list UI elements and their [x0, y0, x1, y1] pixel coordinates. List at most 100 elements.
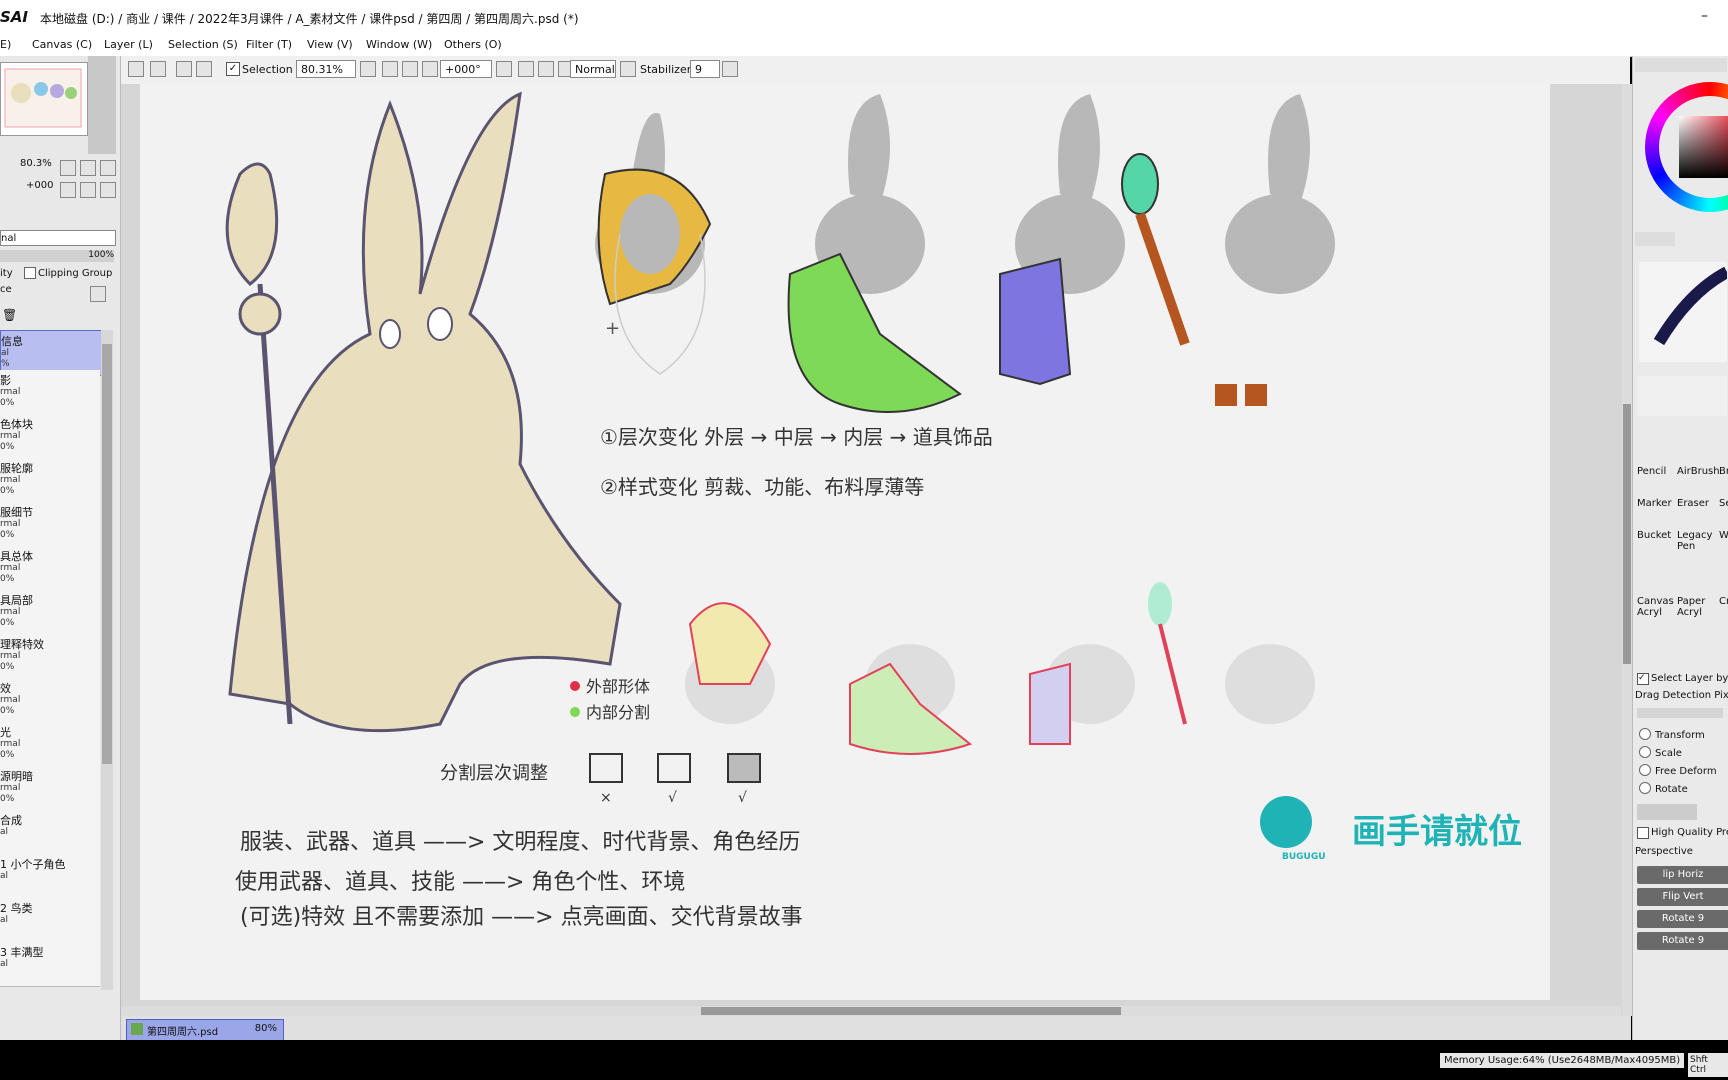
color-swap-icons[interactable]	[1635, 232, 1675, 246]
toolbar: ✓ Selection 80.31% +000° Normal Stabiliz…	[120, 56, 1630, 85]
canvas[interactable]: ①层次变化 外层 → 中层 → 内层 → 道具饰品 ②样式变化 剪裁、功能、布料…	[140, 84, 1550, 1000]
radio-scale[interactable]: Scale	[1639, 746, 1682, 759]
stabilizer-label: Stabilizer	[640, 63, 692, 76]
stabilizer-field[interactable]: 9	[690, 60, 720, 78]
tool-cr[interactable]: Cr	[1719, 596, 1728, 607]
nav-rotate-reset-icon[interactable]	[100, 182, 116, 198]
select-layer-checkbox[interactable]: ✓	[1637, 673, 1649, 685]
bottom-row-characters	[685, 582, 1315, 755]
selection-tools[interactable]	[1637, 376, 1727, 416]
flip-horizontal-button[interactable]: lip Horiz	[1637, 866, 1728, 884]
rotate-cw-button[interactable]: Rotate 9	[1637, 932, 1728, 950]
layer-item[interactable]: 服轮廓 rmal 0%	[0, 458, 100, 503]
redo-icon[interactable]	[150, 61, 166, 77]
selection-checkbox[interactable]: ✓	[226, 62, 240, 76]
trash-icon[interactable]: 🗑	[2, 308, 17, 322]
transform-apply-button[interactable]	[1637, 804, 1697, 820]
rotate-ccw-button[interactable]: Rotate 9	[1637, 910, 1728, 928]
zoom-field[interactable]: 80.31%	[296, 60, 356, 78]
drag-detection-label: Drag Detection Pix.	[1635, 690, 1728, 701]
layer-blend-select[interactable]: nal	[0, 230, 116, 246]
menu-selection[interactable]: Selection (S)	[168, 38, 238, 51]
tool-marker[interactable]: Marker	[1637, 498, 1672, 509]
layer-item[interactable]: 具局部 rmal 0%	[0, 590, 100, 635]
radio-free-deform[interactable]: Free Deform	[1639, 764, 1717, 777]
tool-bucket[interactable]: Bucket	[1637, 530, 1671, 541]
menu-layer[interactable]: Layer (L)	[104, 38, 153, 51]
layer-item[interactable]: 源明暗 rmal 0%	[0, 766, 100, 811]
canvas-vertical-scrollbar[interactable]	[1622, 84, 1632, 1016]
layer-options-icon[interactable]	[90, 286, 106, 302]
zoom-in-icon[interactable]	[402, 61, 418, 77]
layer-item[interactable]: 具总体 rmal 0%	[0, 546, 100, 591]
drag-detection-slider[interactable]	[1637, 708, 1723, 718]
legend-dot-inner	[570, 707, 580, 717]
layer-item[interactable]: 影 rmal 0%	[0, 370, 100, 415]
menu-filter[interactable]: Filter (T)	[246, 38, 292, 51]
menu-view[interactable]: View (V)	[307, 38, 353, 51]
menu-edit[interactable]: E)	[0, 38, 11, 51]
radio-rotate[interactable]: Rotate	[1639, 782, 1688, 795]
zoom-out-icon[interactable]	[382, 61, 398, 77]
color-mode-tabs[interactable]	[1635, 58, 1727, 72]
layer-item[interactable]: 效 rmal 0%	[0, 678, 100, 723]
tool-paper-acryl[interactable]: Paper Acryl	[1677, 596, 1711, 618]
invert-selection-icon[interactable]	[196, 61, 212, 77]
layer-item[interactable]: 色体块 rmal 0%	[0, 414, 100, 459]
blend-mode-field[interactable]: Normal	[570, 60, 616, 78]
tool-canvas-acryl[interactable]: Canvas Acryl	[1637, 596, 1674, 618]
tool-se[interactable]: Se	[1719, 498, 1728, 509]
top-row-characters	[595, 94, 1335, 413]
menu-window[interactable]: Window (W)	[366, 38, 432, 51]
color-wheel[interactable]	[1645, 82, 1728, 212]
mark-2: √	[668, 790, 677, 806]
menu-canvas[interactable]: Canvas (C)	[32, 38, 92, 51]
canvas-horizontal-scrollbar[interactable]	[121, 1006, 1621, 1016]
tool-eraser[interactable]: Eraser	[1677, 498, 1709, 509]
flip-icon[interactable]	[620, 61, 636, 77]
nav-zoom-reset-icon[interactable]	[100, 160, 116, 176]
menu-others[interactable]: Others (O)	[444, 38, 502, 51]
layer-item[interactable]: 理释特效 rmal 0%	[0, 634, 100, 679]
rotate-right-icon[interactable]	[538, 61, 554, 77]
nav-rotate-right-icon[interactable]	[80, 182, 96, 198]
artwork: ①层次变化 外层 → 中层 → 内层 → 道具饰品 ②样式变化 剪裁、功能、布料…	[225, 91, 1335, 930]
rotation-dropdown-icon[interactable]	[496, 61, 512, 77]
tool-airbrush[interactable]: AirBrush	[1677, 466, 1720, 477]
layer-scrollbar[interactable]	[101, 330, 113, 990]
note-line1: ①层次变化 外层 → 中层 → 内层 → 道具饰品	[600, 425, 993, 449]
rotation-field[interactable]: +000°	[440, 60, 492, 78]
high-quality-checkbox[interactable]	[1637, 827, 1649, 839]
tool-br[interactable]: Br	[1719, 466, 1728, 477]
clipping-group-checkbox[interactable]	[24, 267, 36, 279]
tool-wa[interactable]: Wa	[1719, 530, 1728, 541]
nav-zoom-out-icon[interactable]	[60, 160, 76, 176]
flip-vertical-button[interactable]: Flip Vert	[1637, 888, 1728, 906]
navigator-scroll[interactable]	[88, 56, 116, 154]
layer-item[interactable]: 服细节 rmal 0%	[0, 502, 100, 547]
minimize-icon[interactable]: –	[1701, 8, 1708, 24]
navigator-thumbnail[interactable]	[0, 62, 88, 136]
legend-outer: 外部形体	[586, 677, 650, 696]
watermark-brand: BUGUGU	[1282, 852, 1326, 862]
undo-icon[interactable]	[128, 61, 144, 77]
tool-legacy-pen[interactable]: Legacy Pen	[1677, 530, 1712, 552]
tool-pencil[interactable]: Pencil	[1637, 466, 1666, 477]
layer-item[interactable]: 光 rmal 0%	[0, 722, 100, 767]
layer-item[interactable]: 合成 al	[0, 810, 100, 855]
radio-transform[interactable]: Transform	[1639, 728, 1705, 741]
layer-item[interactable]: 3 丰满型 al	[0, 942, 100, 987]
layer-opacity-slider[interactable]: 100%	[0, 250, 114, 262]
document-tab[interactable]: 第四周周六.psd 80%	[126, 1019, 284, 1041]
split-label: 分割层次调整	[440, 763, 548, 784]
deselect-icon[interactable]	[176, 61, 192, 77]
nav-zoom-in-icon[interactable]	[80, 160, 96, 176]
rotate-left-icon[interactable]	[518, 61, 534, 77]
layer-item[interactable]: 2 鸟类 al	[0, 898, 100, 943]
nav-rotate-left-icon[interactable]	[60, 182, 76, 198]
stabilizer-dropdown-icon[interactable]	[722, 61, 738, 77]
zoom-reset-icon[interactable]	[422, 61, 438, 77]
layer-item[interactable]: 1 小个子角色 al	[0, 854, 100, 899]
selection-label: Selection	[242, 63, 293, 76]
zoom-dropdown-icon[interactable]	[360, 61, 376, 77]
